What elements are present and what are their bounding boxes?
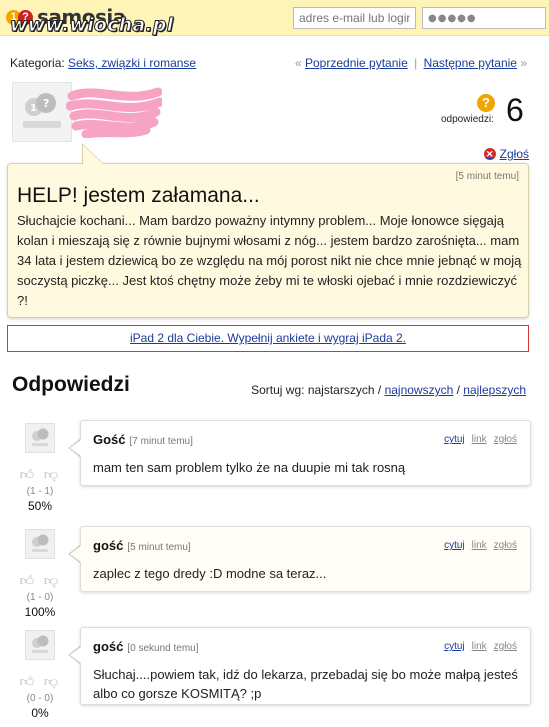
- vote-buttons: 👍︎ 👎︎: [18, 466, 60, 482]
- vote-percent: 100%: [24, 605, 56, 619]
- answer-author: Gość [7 minut temu]: [93, 432, 193, 447]
- prev-arrow: «: [294, 56, 302, 70]
- answer-time: [5 minut temu]: [127, 542, 191, 553]
- answer-bubble-tail-inner: [70, 440, 81, 456]
- next-question-link[interactable]: Następne pytanie: [424, 56, 517, 70]
- question-mark-icon: ?: [477, 94, 495, 112]
- answer-author: gość [0 sekund temu]: [93, 639, 199, 654]
- vote-count: (1 - 0): [26, 592, 54, 603]
- next-arrow: »: [520, 56, 527, 70]
- thumb-down-icon[interactable]: 👎︎: [42, 673, 60, 689]
- category-row: Kategoria: Seks, związki i romanse: [10, 56, 196, 70]
- answers-count-label: odpowiedzi:: [441, 114, 494, 125]
- samosia-avatar-icon: 1 ?: [23, 93, 61, 128]
- answer-item: 👍︎ 👎︎ (1 - 0) 100% gość [5 minut temu] cy…: [0, 526, 549, 626]
- thumb-down-icon[interactable]: 👎︎: [42, 466, 60, 482]
- answer-avatar[interactable]: [25, 423, 55, 453]
- permalink-link[interactable]: link: [472, 434, 487, 445]
- svg-text:1: 1: [30, 103, 37, 114]
- login-password-field[interactable]: [422, 7, 546, 29]
- answer-actions: cytuj link zgłoś: [437, 540, 517, 551]
- watermark: www.wiocha.pl: [9, 14, 174, 37]
- category-link[interactable]: Seks, związki i romanse: [68, 56, 196, 70]
- answer-text: zaplec z tego dredy :D modne sa teraz...: [93, 566, 327, 581]
- answers-title: Odpowiedzi: [12, 373, 130, 396]
- sort-oldest: najstarszych: [307, 383, 375, 397]
- answer-item: 👍︎ 👎︎ (0 - 0) 0% gość [0 sekund temu] cyt…: [0, 627, 549, 727]
- thumb-down-icon[interactable]: 👎︎: [42, 572, 60, 588]
- svg-text:?: ?: [43, 97, 49, 110]
- quote-link[interactable]: cytuj: [444, 641, 465, 652]
- question-time: [5 minut temu]: [455, 171, 519, 182]
- answers-count: 6: [506, 92, 524, 128]
- nav-separator: |: [414, 56, 418, 70]
- sort-row: Sortuj wg: najstarszych / najnowszych / …: [251, 383, 526, 397]
- quote-link[interactable]: cytuj: [444, 434, 465, 445]
- thumb-up-icon[interactable]: 👍︎: [18, 673, 36, 689]
- answer-avatar[interactable]: [25, 529, 55, 559]
- report-label: Zgłoś: [499, 147, 529, 161]
- answer-text: mam ten sam problem tylko że na duupie m…: [93, 460, 406, 475]
- report-question-link[interactable]: ✕ Zgłoś: [483, 147, 529, 161]
- answer-time: [7 minut temu]: [129, 436, 193, 447]
- answer-actions: cytuj link zgłoś: [437, 641, 517, 652]
- report-x-icon: ✕: [483, 148, 496, 160]
- answer-box: gość [5 minut temu] cytuj link zgłoś zaplec…: [80, 526, 531, 592]
- answer-box: Gość [7 minut temu] cytuj link zgłoś mam te…: [80, 420, 531, 486]
- answer-author-name: gość: [93, 639, 124, 654]
- asker-avatar[interactable]: 1 ?: [12, 82, 72, 142]
- answer-author-name: gość: [93, 538, 124, 553]
- question-body: Słuchajcie kochani... Mam bardzo poważny…: [17, 213, 522, 308]
- censored-username-scribble: [66, 87, 162, 138]
- answer-box: gość [0 sekund temu] cytuj link zgłoś Słuch…: [80, 627, 531, 705]
- prev-question-link[interactable]: Poprzednie pytanie: [305, 56, 408, 70]
- vote-buttons: 👍︎ 👎︎: [18, 673, 60, 689]
- answer-text: Słuchaj....powiem tak, idź do lekarza, p…: [93, 667, 518, 701]
- sort-best-link[interactable]: najlepszych: [463, 383, 526, 397]
- question-title: HELP! jestem załamana...: [17, 184, 260, 207]
- site-header: 1 ? samosia www.wiocha.pl: [0, 0, 549, 37]
- report-answer-link[interactable]: zgłoś: [494, 434, 517, 445]
- report-answer-link[interactable]: zgłoś: [494, 540, 517, 551]
- report-answer-link[interactable]: zgłoś: [494, 641, 517, 652]
- sort-separator: /: [377, 383, 382, 397]
- samosia-avatar-icon: [32, 428, 49, 446]
- vote-percent: 50%: [27, 499, 53, 513]
- answer-bubble-tail-inner: [70, 546, 81, 562]
- answer-author-name: Gość: [93, 432, 126, 447]
- vote-count: (1 - 1): [26, 486, 54, 497]
- thumb-up-icon[interactable]: 👍︎: [18, 572, 36, 588]
- sort-newest-link[interactable]: najnowszych: [385, 383, 454, 397]
- answer-item: 👍︎ 👎︎ (1 - 1) 50% Gość [7 minut temu] cyt…: [0, 420, 549, 520]
- vote-buttons: 👍︎ 👎︎: [18, 572, 60, 588]
- vote-percent: 0%: [31, 706, 49, 720]
- permalink-link[interactable]: link: [472, 641, 487, 652]
- quote-link[interactable]: cytuj: [444, 540, 465, 551]
- answer-bubble-tail-inner: [70, 647, 81, 663]
- answer-actions: cytuj link zgłoś: [437, 434, 517, 445]
- sort-separator: /: [456, 383, 460, 397]
- login-email-field[interactable]: [293, 7, 416, 29]
- category-label: Kategoria:: [10, 56, 65, 70]
- answer-avatar[interactable]: [25, 630, 55, 660]
- samosia-avatar-icon: [32, 635, 49, 653]
- permalink-link[interactable]: link: [472, 540, 487, 551]
- ad-link[interactable]: iPad 2 dla Ciebie. Wypełnij ankiete i wy…: [130, 331, 406, 345]
- bubble-tail-inner: [83, 145, 103, 164]
- ad-banner: iPad 2 dla Ciebie. Wypełnij ankiete i wy…: [7, 325, 529, 352]
- sort-label: Sortuj wg:: [251, 383, 305, 397]
- answer-time: [0 sekund temu]: [127, 643, 199, 654]
- question-nav: « Poprzednie pytanie | Następne pytanie …: [295, 56, 527, 70]
- vote-count: (0 - 0): [26, 693, 54, 704]
- question-bubble: [5 minut temu] HELP! jestem załamana... …: [7, 163, 529, 318]
- samosia-avatar-icon: [32, 534, 49, 552]
- answer-author: gość [5 minut temu]: [93, 538, 191, 553]
- thumb-up-icon[interactable]: 👍︎: [18, 466, 36, 482]
